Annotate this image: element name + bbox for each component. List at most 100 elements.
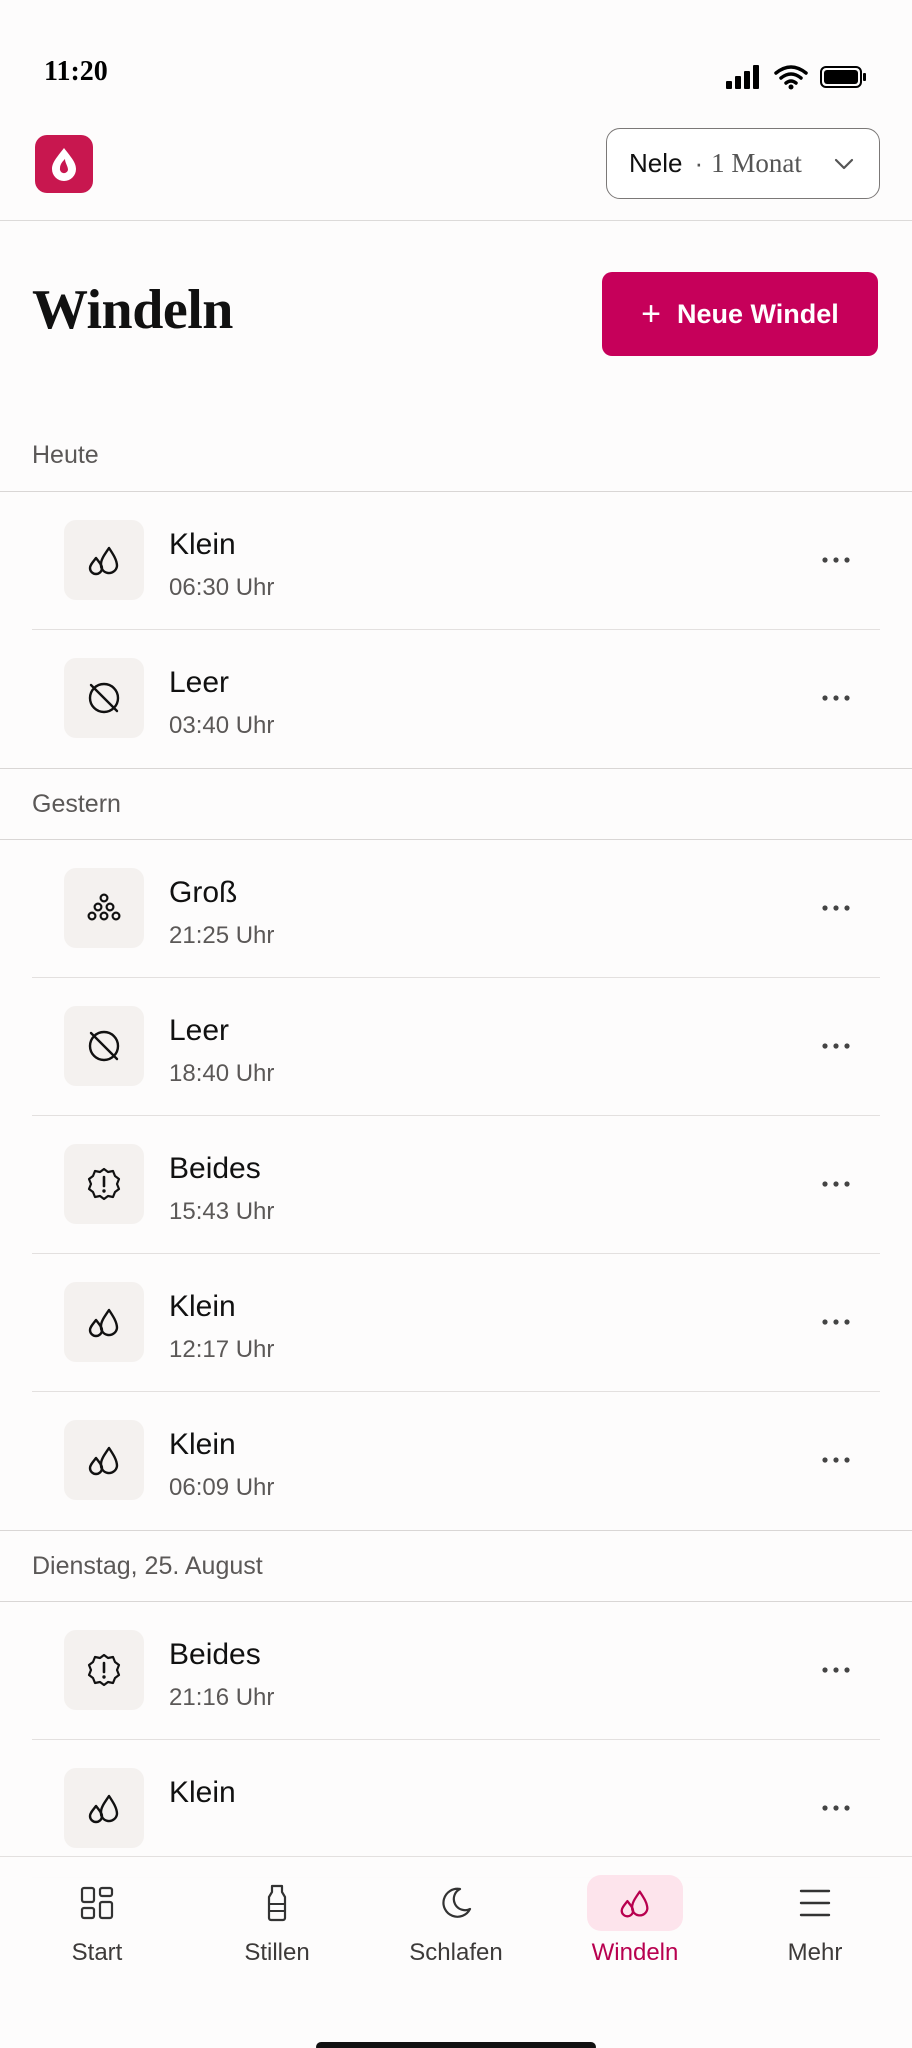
droplets-icon <box>88 546 119 576</box>
more-options-button[interactable] <box>816 1166 856 1202</box>
more-horizontal-icon <box>822 905 850 911</box>
nav-icon-wrap <box>587 1875 683 1931</box>
entry-icon-bg <box>64 520 144 600</box>
wifi-icon <box>774 65 808 90</box>
more-horizontal-icon <box>822 1043 850 1049</box>
list-item[interactable]: Klein 06:30 Uhr <box>32 492 880 630</box>
section-header-yesterday: Gestern <box>0 768 912 840</box>
grid-icon <box>80 1886 114 1920</box>
dots-pyramid-icon <box>87 893 121 921</box>
app-logo[interactable] <box>35 135 93 193</box>
nav-icon-wrap <box>767 1875 863 1931</box>
more-options-button[interactable] <box>816 1304 856 1340</box>
empty-circle-icon <box>88 682 120 714</box>
entry-time: 06:09 Uhr <box>169 1474 275 1501</box>
list-item[interactable]: Leer 03:40 Uhr <box>32 630 880 768</box>
nav-item-windeln[interactable]: Windeln <box>544 1857 726 1987</box>
alert-badge-icon <box>87 1167 121 1201</box>
more-horizontal-icon <box>822 1805 850 1811</box>
entry-icon-bg <box>64 1144 144 1224</box>
nav-item-stillen[interactable]: Stillen <box>186 1857 368 1987</box>
alert-badge-icon <box>87 1653 121 1687</box>
child-name: Nele <box>629 148 683 178</box>
more-options-button[interactable] <box>816 890 856 926</box>
nav-label: Schlafen <box>409 1939 503 1966</box>
bottom-nav: Start Stillen Schlafen Windeln Mehr <box>0 1856 912 2048</box>
entry-time: 03:40 Uhr <box>169 712 275 739</box>
entry-type: Klein <box>169 1428 236 1461</box>
more-horizontal-icon <box>822 1181 850 1187</box>
empty-circle-icon <box>88 1030 120 1062</box>
nav-label: Mehr <box>787 1939 843 1966</box>
more-options-button[interactable] <box>816 1442 856 1478</box>
nav-label: Windeln <box>591 1939 679 1966</box>
list-item[interactable]: Beides 21:16 Uhr <box>32 1602 880 1740</box>
entry-type: Klein <box>169 1776 236 1809</box>
entry-icon-bg <box>64 868 144 948</box>
list-item[interactable]: Klein 06:09 Uhr <box>32 1392 880 1530</box>
plus-icon: + <box>641 295 662 333</box>
entry-time: 12:17 Uhr <box>169 1336 275 1363</box>
entry-type: Beides <box>169 1638 261 1671</box>
entry-type: Leer <box>169 1014 230 1047</box>
child-age: 1 Monat <box>711 148 802 178</box>
nav-item-mehr[interactable]: Mehr <box>724 1857 906 1987</box>
new-diaper-button[interactable]: + Neue Windel <box>602 272 878 356</box>
child-separator: · <box>694 148 704 178</box>
home-indicator[interactable] <box>316 2042 596 2048</box>
page-title: Windeln <box>32 279 233 341</box>
section-header-tuesday: Dienstag, 25. August <box>0 1530 912 1602</box>
new-diaper-button-label: Neue Windel <box>677 298 839 329</box>
bottle-icon <box>267 1884 287 1922</box>
list-item[interactable]: Leer 18:40 Uhr <box>32 978 880 1116</box>
more-options-button[interactable] <box>816 542 856 578</box>
entry-type: Klein <box>169 1290 236 1323</box>
entry-time: 18:40 Uhr <box>169 1060 275 1087</box>
entry-icon-bg <box>64 658 144 738</box>
status-time: 11:20 <box>44 56 108 87</box>
more-horizontal-icon <box>822 1457 850 1463</box>
entry-type: Groß <box>169 876 238 909</box>
more-horizontal-icon <box>822 1667 850 1673</box>
status-icons <box>726 64 868 90</box>
entry-icon-bg <box>64 1420 144 1500</box>
nav-item-start[interactable]: Start <box>6 1857 188 1987</box>
entry-time: 06:30 Uhr <box>169 574 275 601</box>
section-header-today: Heute <box>0 420 912 492</box>
chevron-down-icon <box>834 158 854 170</box>
entry-type: Beides <box>169 1152 261 1185</box>
more-options-button[interactable] <box>816 680 856 716</box>
list-item[interactable]: Beides 15:43 Uhr <box>32 1116 880 1254</box>
entry-time: 21:16 Uhr <box>169 1684 275 1711</box>
nav-label: Start <box>71 1939 123 1966</box>
droplets-icon <box>88 1308 119 1338</box>
diaper-list: Heute Klein 06:30 Uhr Leer 03:40 Uhr Ges… <box>0 420 912 1878</box>
entry-icon-bg <box>64 1768 144 1848</box>
nav-icon-wrap <box>229 1875 325 1931</box>
nav-item-schlafen[interactable]: Schlafen <box>365 1857 547 1987</box>
cellular-signal-icon <box>726 65 759 89</box>
status-bar: 11:20 <box>0 0 912 110</box>
moon-icon <box>442 1887 472 1918</box>
more-options-button[interactable] <box>816 1028 856 1064</box>
more-options-button[interactable] <box>816 1790 856 1826</box>
nav-icon-wrap <box>49 1875 145 1931</box>
entry-time: 21:25 Uhr <box>169 922 275 949</box>
entry-type: Leer <box>169 666 230 699</box>
nav-icon-wrap <box>408 1875 504 1931</box>
more-horizontal-icon <box>822 557 850 563</box>
entry-icon-bg <box>64 1282 144 1362</box>
app-bar: Nele · 1 Monat <box>0 110 912 221</box>
list-item[interactable]: Klein 12:17 Uhr <box>32 1254 880 1392</box>
more-horizontal-icon <box>822 695 850 701</box>
drop-logo-icon <box>52 148 76 181</box>
more-options-button[interactable] <box>816 1652 856 1688</box>
droplets-icon <box>620 1890 649 1918</box>
battery-icon <box>820 66 866 88</box>
child-selector[interactable]: Nele · 1 Monat <box>606 128 880 199</box>
entry-time: 15:43 Uhr <box>169 1198 275 1225</box>
nav-label: Stillen <box>244 1939 310 1966</box>
entry-type: Klein <box>169 528 236 561</box>
entry-icon-bg <box>64 1006 144 1086</box>
list-item[interactable]: Groß 21:25 Uhr <box>32 840 880 978</box>
